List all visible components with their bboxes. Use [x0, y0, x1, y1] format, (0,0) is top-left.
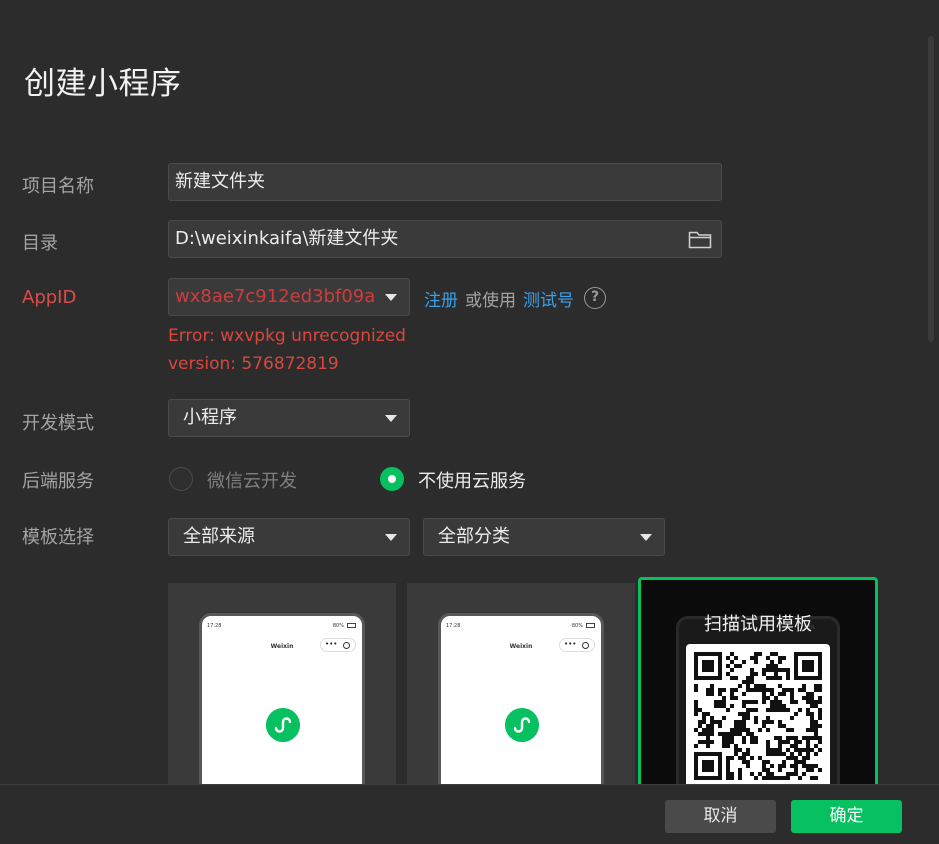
radio-cloud-dev[interactable] [169, 467, 193, 491]
template-category-value: 全部分类 [438, 526, 510, 547]
template-category-select[interactable]: 全部分类 [423, 518, 665, 556]
qr-code-icon [694, 652, 822, 780]
radio-cloud-dev-label: 微信云开发 [207, 471, 297, 492]
dev-mode-label: 开发模式 [22, 413, 94, 434]
chevron-down-icon [640, 534, 652, 541]
scan-title: 扫描试用模板 [704, 614, 812, 635]
confirm-button[interactable]: 确定 [791, 800, 902, 833]
scrollbar[interactable] [928, 36, 934, 342]
project-name-label: 项目名称 [22, 176, 94, 197]
capsule-menu: ••• [320, 638, 356, 652]
capsule-menu: ••• [559, 638, 595, 652]
template-card[interactable]: 17:28 80% Weixin ••• [168, 583, 396, 793]
template-card-selected[interactable]: 80% 扫描试用模板 [638, 577, 878, 793]
backend-label: 后端服务 [22, 471, 94, 492]
template-card[interactable]: 17:28 80% Weixin ••• [407, 583, 635, 793]
template-label: 模板选择 [22, 527, 94, 548]
folder-icon[interactable] [688, 229, 712, 249]
miniprogram-logo-icon [266, 708, 300, 742]
miniprogram-logo-icon [505, 708, 539, 742]
battery-icon [586, 623, 595, 628]
test-account-link[interactable]: 测试号 [523, 286, 574, 311]
status-battery: 80% [571, 623, 583, 629]
capsule-close-icon [582, 642, 589, 649]
dev-mode-value: 小程序 [183, 407, 237, 428]
appid-error-line2: version: 576872819 [168, 354, 339, 374]
capsule-close-icon [343, 642, 350, 649]
status-time: 17:28 [207, 623, 222, 629]
directory-input[interactable]: D:\weixinkaifa\新建文件夹 [168, 220, 722, 258]
help-icon[interactable]: ? [584, 287, 606, 309]
appid-label: AppID [22, 287, 77, 308]
chevron-down-icon [385, 294, 397, 301]
capsule-dots: ••• [564, 640, 577, 648]
phone-preview: 17:28 80% Weixin ••• [199, 613, 365, 793]
appid-error-line1: Error: wxvpkg unrecognized [168, 326, 406, 346]
phone-preview: 17:28 80% Weixin ••• [438, 613, 604, 793]
qr-code [686, 644, 830, 790]
chevron-down-icon [385, 415, 397, 422]
register-link[interactable]: 注册 [424, 286, 458, 311]
radio-no-cloud-label: 不使用云服务 [418, 471, 526, 492]
directory-value: D:\weixinkaifa\新建文件夹 [175, 228, 399, 249]
template-source-value: 全部来源 [183, 526, 255, 547]
page-title: 创建小程序 [24, 66, 182, 102]
project-name-input[interactable]: 新建文件夹 [168, 163, 722, 201]
dialog-footer: 取消 确定 [0, 784, 939, 844]
template-source-select[interactable]: 全部来源 [168, 518, 410, 556]
chevron-down-icon [385, 534, 397, 541]
capsule-dots: ••• [325, 640, 338, 648]
cancel-button[interactable]: 取消 [665, 800, 776, 833]
directory-label: 目录 [22, 233, 58, 254]
appid-select[interactable]: wx8ae7c912ed3bf09a [168, 278, 410, 316]
or-use-text: 或使用 [465, 291, 516, 311]
battery-icon [347, 623, 356, 628]
status-time: 17:28 [446, 623, 461, 629]
status-battery: 80% [332, 623, 344, 629]
radio-no-cloud[interactable] [380, 467, 404, 491]
appid-value: wx8ae7c912ed3bf09a [175, 286, 376, 307]
dev-mode-select[interactable]: 小程序 [168, 399, 410, 437]
